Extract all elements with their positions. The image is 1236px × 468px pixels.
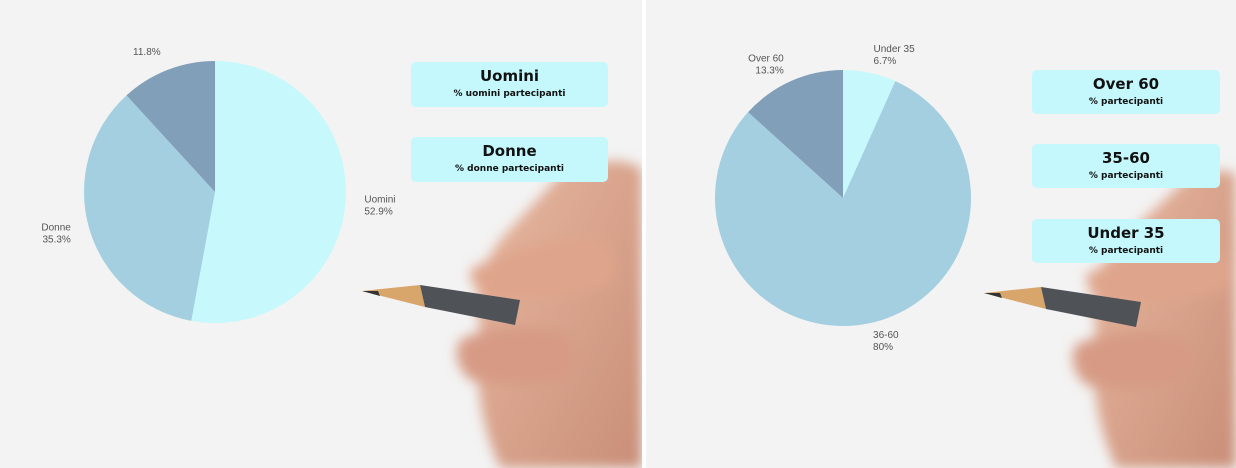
chart-panel-gender: Uomini 52.9% Donne 35.3% 11.8% Uomini % uomi… [0, 0, 642, 468]
legend-title: 35-60 [1102, 149, 1150, 167]
legend-subtitle: % donne partecipanti [455, 164, 564, 174]
pie-slice-label: 36-60 80% [873, 330, 899, 353]
legend-subtitle: % partecipanti [1088, 171, 1164, 181]
legend-title: Donne [482, 142, 537, 160]
legend-subtitle: % partecipanti [1088, 97, 1164, 107]
chart-panel-age: Under 35 6.7% 36-60 80% Over 60 13.3% Over 60… [646, 0, 1236, 468]
legend-box-uomini: Uomini % uomini partecipanti [411, 62, 608, 107]
legend-box-over-60: Over 60 % partecipanti [1032, 70, 1220, 114]
pie-slice-label: Donne 35.3% [41, 222, 71, 245]
legend-box-donne: Donne % donne partecipanti [411, 137, 608, 182]
pie-slice-label: Under 35 6.7% [874, 44, 916, 67]
legend-title: Uomini [479, 67, 540, 85]
pie-slice-label: Over 60 13.3% [748, 54, 784, 77]
pie-slice-label: Uomini 52.9% [364, 195, 395, 218]
legend-box-under-35: Under 35 % partecipanti [1032, 219, 1220, 263]
legend-box-35-60: 35-60 % partecipanti [1032, 144, 1220, 188]
legend-subtitle: % partecipanti [1088, 246, 1164, 256]
legend-title: Under 35 [1087, 224, 1165, 242]
legend-title: Over 60 [1092, 75, 1160, 93]
legend-subtitle: % uomini partecipanti [453, 89, 566, 99]
pie-slice-label: 11.8% [133, 47, 161, 58]
